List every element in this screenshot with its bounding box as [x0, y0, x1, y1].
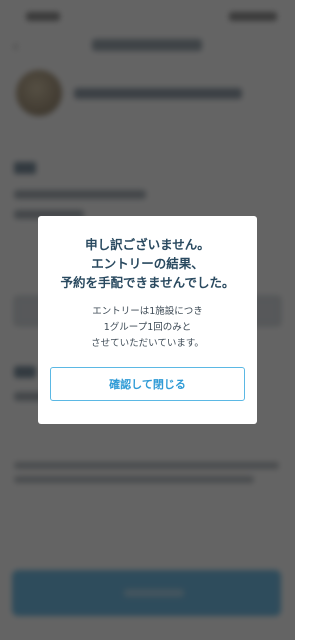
dialog-title-line: エントリーの結果、	[91, 256, 204, 271]
dialog-message-line: させていただいています。	[91, 338, 204, 349]
confirm-close-button[interactable]: 確認して閉じる	[50, 367, 245, 401]
dialog-title-line: 予約を手配できませんでした。	[60, 275, 235, 290]
dialog-message-line: エントリーは1施設につき	[92, 306, 203, 317]
dialog-message-line: 1グループ1回のみと	[103, 322, 192, 333]
dialog-message: エントリーは1施設につき 1グループ1回のみと させていただいています。	[38, 304, 257, 352]
dialog-title-line: 申し訳ございません。	[85, 237, 210, 252]
dialog-title: 申し訳ございません。 エントリーの結果、 予約を手配できませんでした。	[38, 235, 257, 292]
error-dialog: 申し訳ございません。 エントリーの結果、 予約を手配できませんでした。 エントリ…	[38, 216, 257, 424]
app-screen: ‹ 申し訳ございません。 エントリーの結果、 予約を手配できませんでした。 エン…	[0, 0, 295, 640]
